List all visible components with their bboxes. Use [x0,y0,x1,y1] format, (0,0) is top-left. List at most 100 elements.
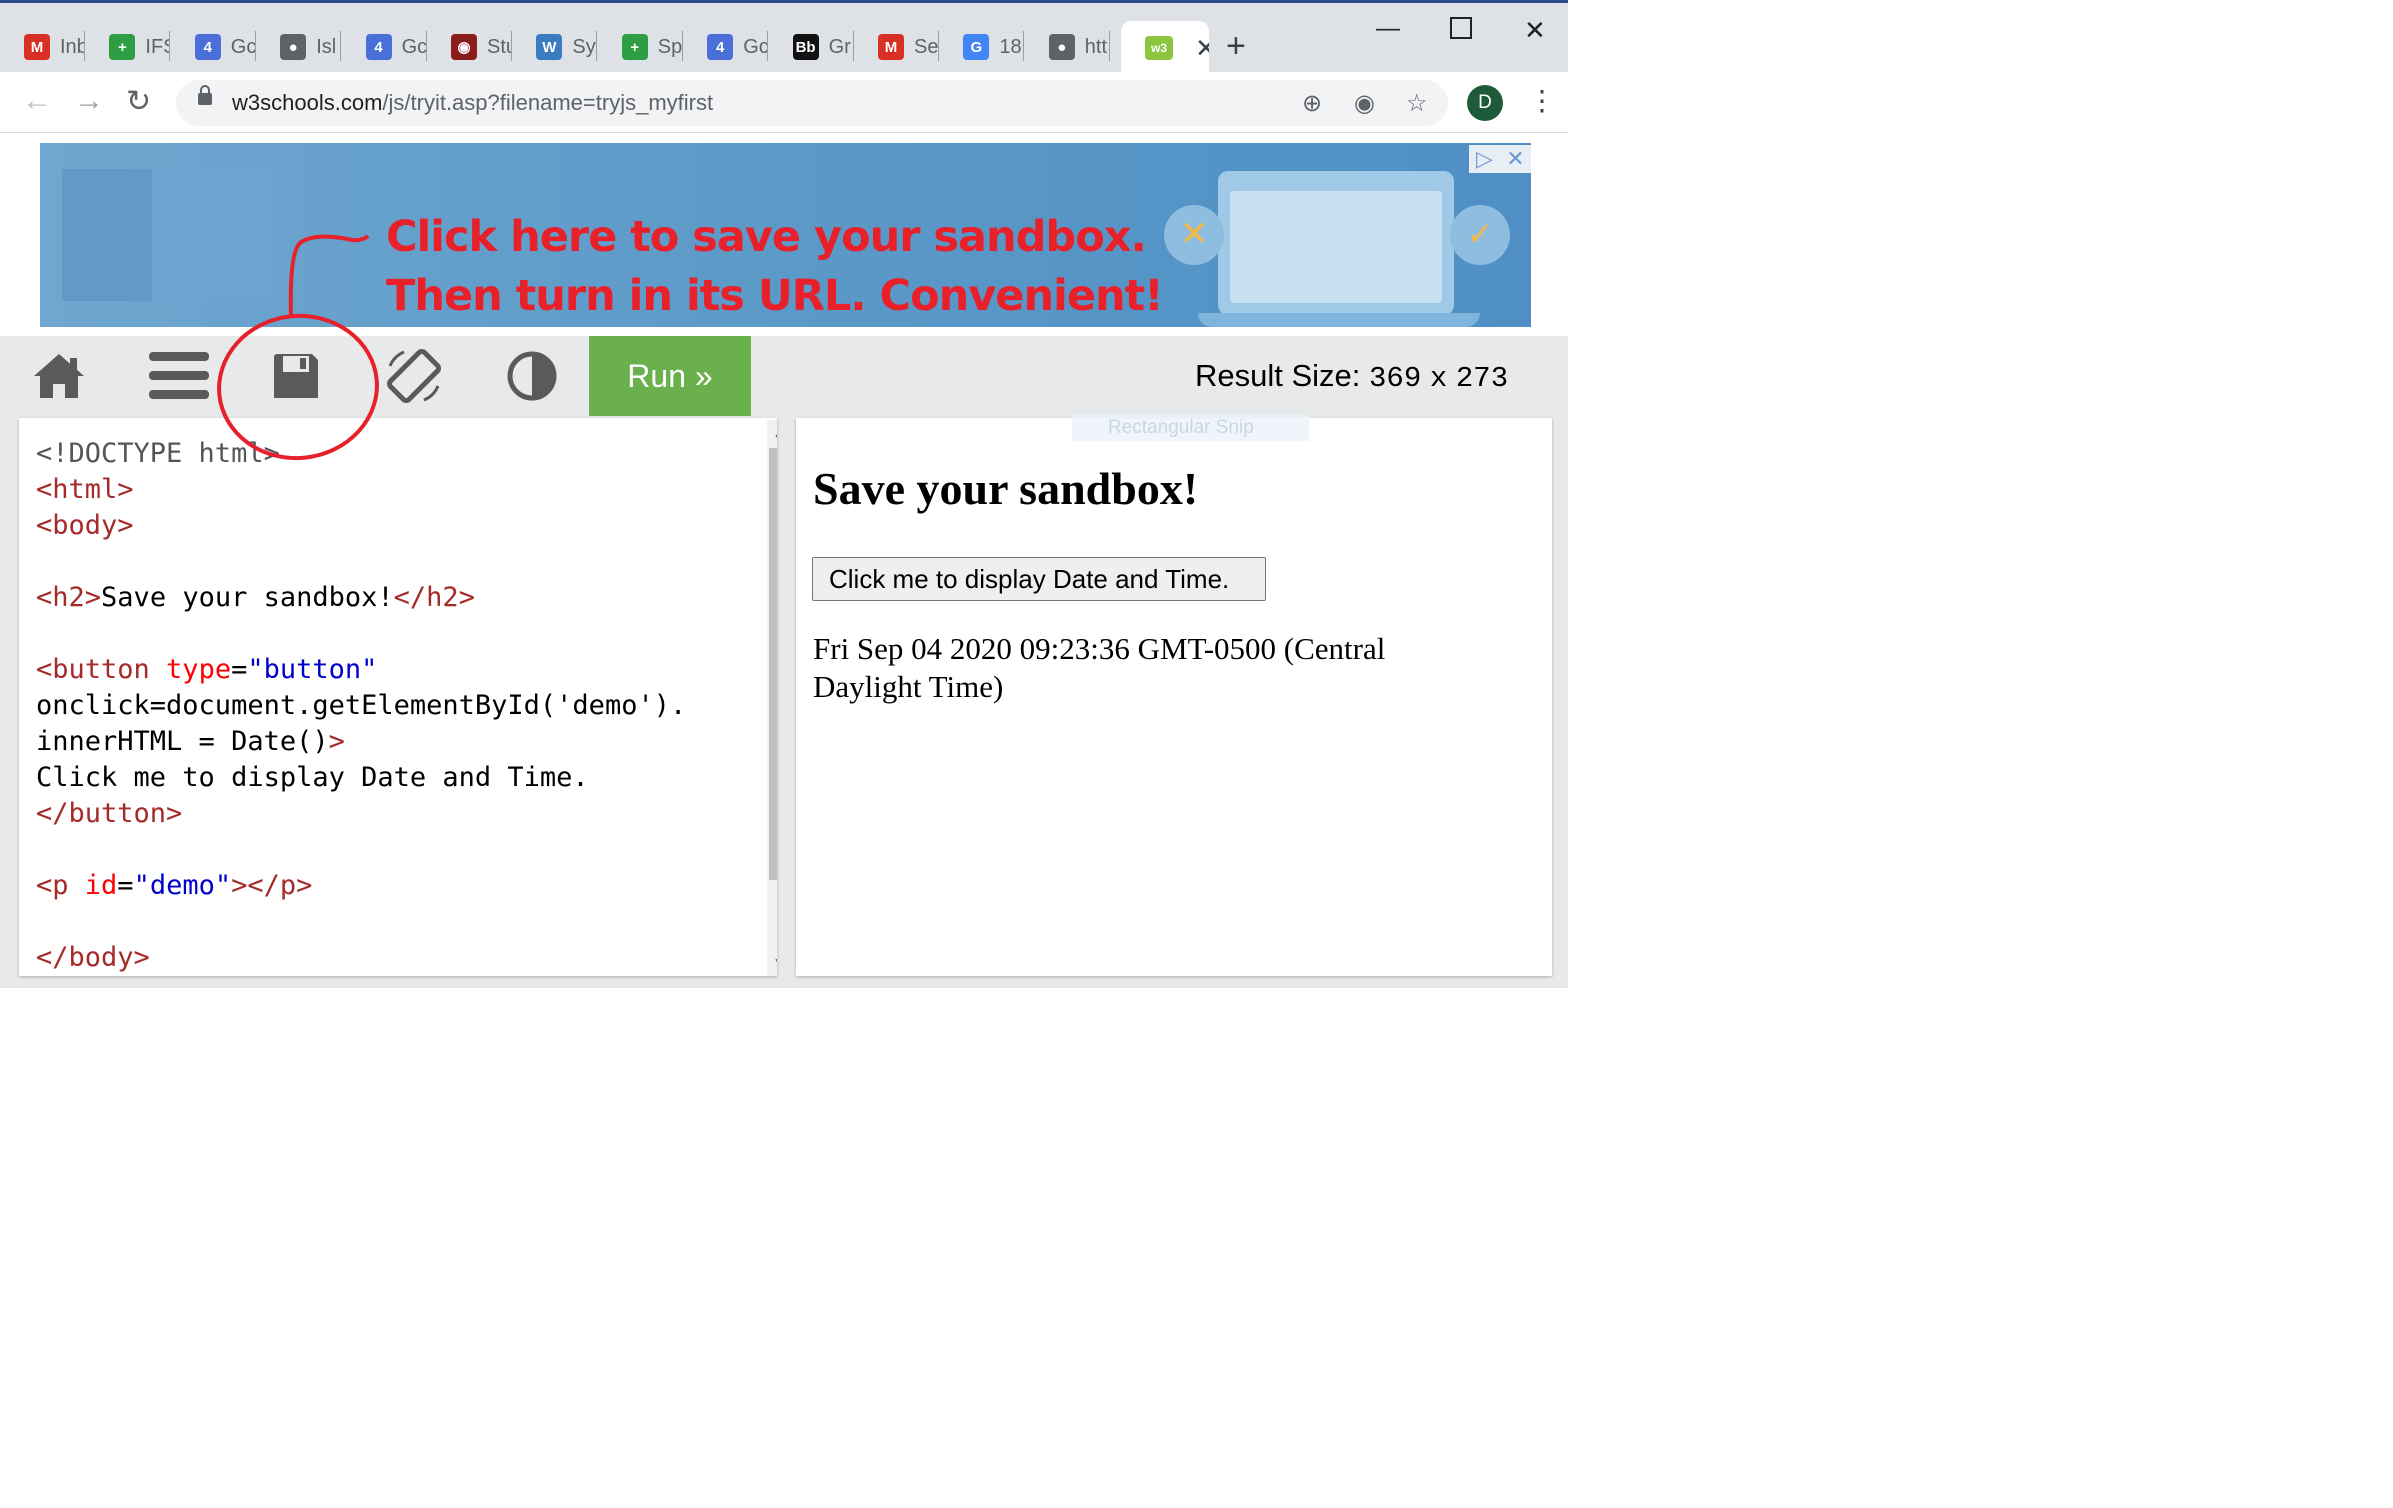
w3schools-icon: w3 [1145,36,1173,60]
tab-active-w3schools[interactable]: w3 ✕ [1121,21,1209,75]
browser-tab[interactable]: G 18 [939,19,1025,75]
rotate-layout-button[interactable] [355,336,473,416]
code-line[interactable]: Click me to display Date and Time. [36,762,589,793]
result-size: Result Size: 369 x 273 [1195,358,1508,395]
gmail-icon: M [24,34,50,60]
minimize-button[interactable]: — [1376,15,1400,43]
back-arrow-icon[interactable]: ← [22,84,52,118]
menu-button[interactable] [120,336,238,416]
result-size-label: Result Size: [1195,358,1361,393]
hamburger-icon [149,352,209,399]
tab-title: Gc [401,35,427,58]
address-bar[interactable]: w3schools.com/js/tryit.asp?filename=tryj… [176,80,1448,126]
code-line[interactable]: <button type="button" [36,654,377,685]
browser-tab[interactable]: ◉ Stu [427,19,512,75]
rectangular-snip-overlay: Rectangular Snip [1072,415,1309,441]
ad-close-icon[interactable]: ✕ [1500,145,1531,173]
result-width: 369 [1369,362,1422,395]
globe-icon: ● [280,34,307,60]
forward-arrow-icon[interactable]: → [74,84,104,118]
browser-tab[interactable]: + IFS [85,19,171,75]
browser-tab[interactable]: 4 Gc [171,19,256,75]
browser-tab[interactable]: ● htt [1025,19,1110,75]
code-editor[interactable]: <!DOCTYPE html> <html> <body> <h2>Save y… [19,418,777,976]
result-height: 273 [1455,362,1509,395]
browser-tab[interactable]: Bb Gr [769,19,854,75]
plus-green-icon: + [621,34,648,60]
browser-tab[interactable]: M Inb [0,19,85,75]
tab-separator [1108,31,1110,61]
reload-icon[interactable]: ↻ [126,84,151,119]
tab-title: Sp [657,35,683,58]
calendar-icon: 4 [707,34,734,60]
demo-output: Fri Sep 04 2020 09:23:36 GMT-0500 (Centr… [813,631,1386,704]
tab-title: htt [1084,35,1108,58]
code-line[interactable]: <h2>Save your sandbox!</h2> [36,582,475,613]
plus-green-icon: + [109,34,136,60]
google-icon: G [963,34,990,60]
close-tab-icon[interactable]: ✕ [1195,33,1209,64]
tab-title: 18 [999,35,1022,58]
url-text[interactable]: w3schools.com/js/tryit.asp?filename=tryj… [232,90,713,116]
tab-title: Sy [572,35,596,58]
result-x: x [1429,362,1448,395]
tab-title: Stu [487,35,512,58]
result-heading: Save your sandbox! [813,463,1199,514]
ad-info-icon[interactable]: ▷ [1469,145,1500,173]
save-disk-icon [274,354,318,398]
helmet-icon: ◉ [451,34,477,60]
editor-scrollbar[interactable]: ▲ ▼ [767,420,777,976]
code-line[interactable]: onclick=document.getElementById('demo'). [36,690,686,721]
browser-tab[interactable]: + Sp [598,19,683,75]
maximize-button[interactable] [1450,17,1472,39]
annotation-line-1: Click here to save your sandbox. [386,212,1147,262]
bookmark-star-icon[interactable]: ☆ [1406,89,1428,118]
tab-title: Se [914,35,939,58]
check-badge-icon: ✓ [1450,205,1510,265]
tab-title: Isl [316,35,337,58]
new-tab-button[interactable]: + [1226,27,1246,66]
wordpress-icon: W [536,34,563,60]
browser-tab[interactable]: 4 Gc [683,19,769,75]
browser-tab[interactable]: W Sy [512,19,598,75]
browser-tab[interactable]: ● Isl [256,19,342,75]
tab-strip: M Inb + IFS 4 Gc ● Isl 4 Gc ◉ Stu W Sy + Sp 4 Gc Bb Gr M Se G 1… [0,0,1568,75]
profile-avatar[interactable]: D [1467,85,1503,121]
display-date-button[interactable]: Click me to display Date and Time. [812,557,1266,601]
code-line[interactable]: innerHTML = Date()> [36,726,345,757]
code-line[interactable]: <html> [36,474,134,505]
rotate-screen-icon [386,348,442,404]
code-line[interactable]: <body> [36,510,134,541]
x-badge-icon: ✕ [1164,205,1224,265]
scroll-down-arrow-icon[interactable]: ▼ [773,955,777,969]
code-line[interactable]: <p id="demo"></p> [36,870,312,901]
browser-tab[interactable]: 4 Gc [342,19,427,75]
run-button[interactable]: Run » [589,336,751,416]
scroll-up-arrow-icon[interactable]: ▲ [773,426,777,440]
laptop-screen [1230,191,1442,303]
calendar-icon: 4 [194,34,221,60]
ad-choices[interactable]: ▷ ✕ [1469,145,1531,173]
browser-tab[interactable]: M Se [854,19,939,75]
scrollbar-thumb[interactable] [769,448,777,880]
close-window-button[interactable]: ✕ [1524,15,1546,46]
tab-title: IFS [145,35,171,58]
menu-dots-icon[interactable]: ⋮ [1528,84,1556,117]
tracking-eye-icon[interactable]: ◉ [1354,89,1375,118]
code-text[interactable]: <!DOCTYPE html> <html> <body> <h2>Save y… [36,436,686,976]
zoom-icon[interactable]: ⊕ [1302,89,1322,118]
tryit-toolbar: Run » Result Size: 369 x 273 [0,336,1568,416]
save-button[interactable] [237,336,355,416]
workspace: <!DOCTYPE html> <html> <body> <h2>Save y… [0,416,1568,988]
blackboard-icon: Bb [792,34,819,60]
code-line[interactable]: </button> [36,798,182,829]
ad-decor-block [62,169,152,301]
gmail-icon: M [878,34,904,60]
tab-title: Gc [743,35,769,58]
theme-toggle-button[interactable] [473,336,591,416]
calendar-icon: 4 [365,34,392,60]
home-button[interactable] [0,336,118,416]
code-line[interactable]: <!DOCTYPE html> [36,438,280,469]
lock-icon[interactable] [198,85,212,105]
code-line[interactable]: </body> [36,942,150,973]
